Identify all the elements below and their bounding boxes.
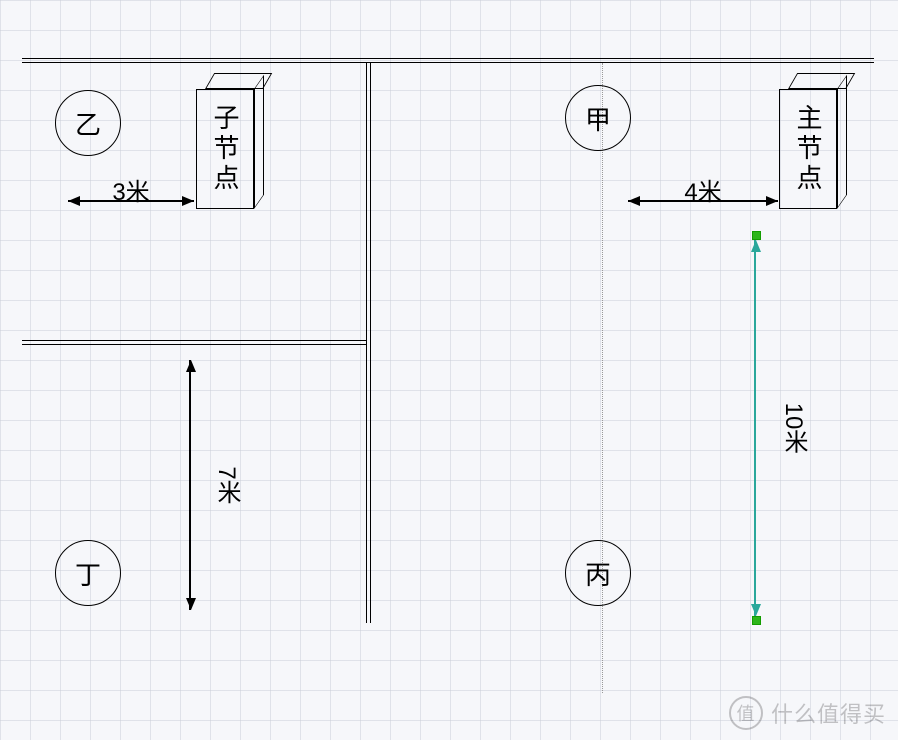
node-bing: 丙 (565, 540, 631, 606)
watermark-badge: 值 (729, 696, 763, 730)
child-node-box: 子节点 (196, 73, 266, 210)
main-node-label: 主节点 (779, 89, 837, 209)
node-ding-label: 丁 (75, 555, 101, 592)
wall-mid-left (22, 340, 366, 345)
diagram-canvas: 乙 甲 丁 丙 子节点 主节点 3米 4米 7米 10米 值 什么值得买 (0, 0, 898, 740)
wall-top (22, 58, 874, 63)
dimension-yi-to-child-label: 3米 (68, 172, 194, 207)
dimension-jia-to-main-label: 4米 (628, 172, 778, 207)
watermark-text: 什么值得买 (771, 697, 886, 729)
watermark: 值 什么值得买 (729, 696, 886, 730)
node-jia-label: 甲 (585, 100, 611, 137)
dimension-vertical-10-label: 10米 (776, 403, 811, 454)
selection-handle-bottom[interactable] (752, 616, 761, 625)
dimension-vertical-10[interactable]: 10米 (754, 232, 756, 624)
dimension-yi-to-child: 3米 (68, 200, 194, 202)
box-side-face (254, 75, 264, 209)
wall-center-vertical (366, 63, 371, 623)
dimension-vertical-7-label: 7米 (209, 466, 244, 503)
main-node-box: 主节点 (779, 73, 849, 210)
node-jia: 甲 (565, 85, 631, 151)
node-ding: 丁 (55, 540, 121, 606)
selection-handle-top[interactable] (752, 231, 761, 240)
node-yi: 乙 (55, 90, 121, 156)
box-side-face (837, 75, 847, 209)
dimension-vertical-7: 7米 (189, 360, 191, 610)
node-yi-label: 乙 (75, 105, 101, 142)
dimension-jia-to-main: 4米 (628, 200, 778, 202)
node-bing-label: 丙 (585, 555, 611, 592)
child-node-label: 子节点 (196, 89, 254, 209)
